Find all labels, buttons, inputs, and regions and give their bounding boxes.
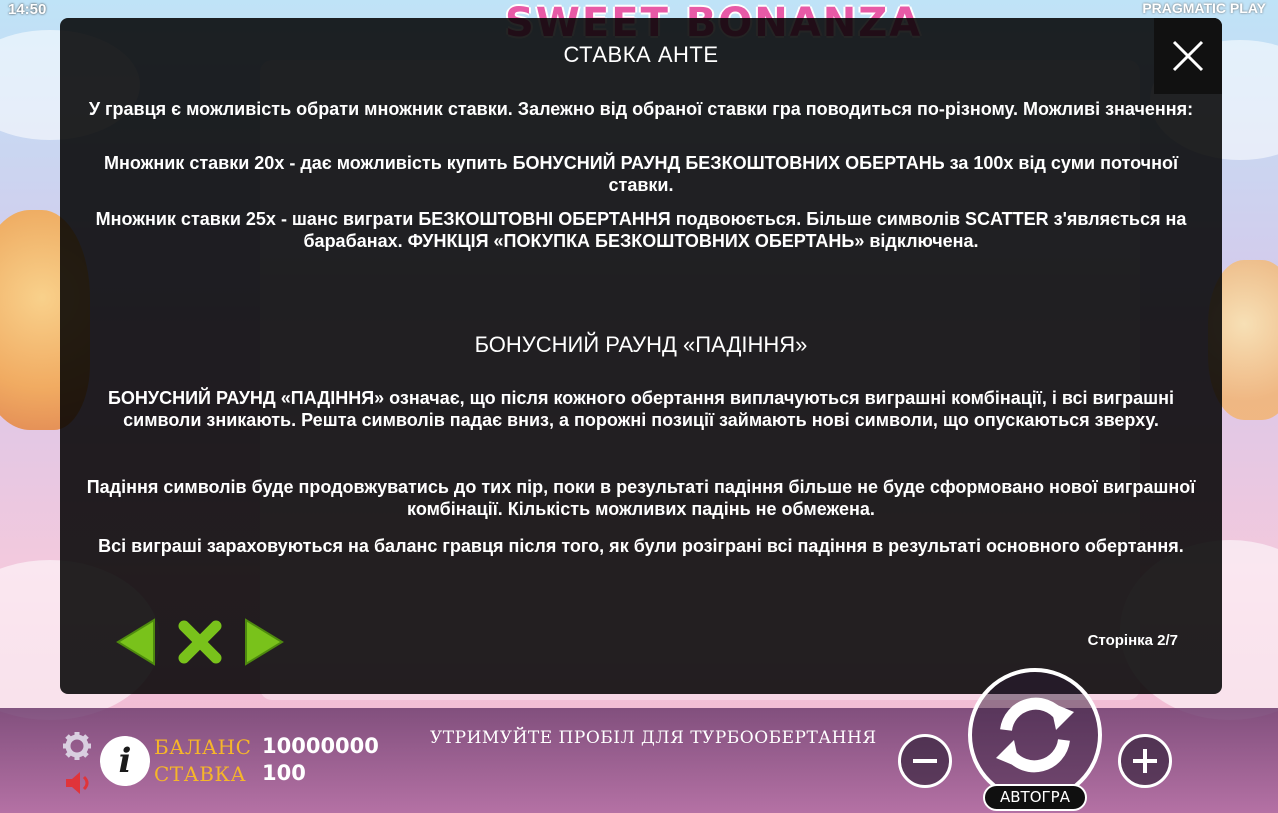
balance-label: БАЛАНС: [154, 735, 252, 759]
info-button[interactable]: i: [100, 736, 150, 786]
next-page-button[interactable]: [236, 616, 288, 668]
tumble-description: БОНУСНИЙ РАУНД «ПАДІННЯ» означає, що піс…: [107, 388, 1174, 430]
close-info-x-button[interactable]: [174, 616, 226, 668]
section-title: БОНУСНИЙ РАУНД «ПАДІННЯ»: [474, 332, 808, 357]
option-25x-text: Множник ставки 25x - шанс виграти БЕЗКОШ…: [95, 209, 1187, 251]
autoplay-button[interactable]: АВТОГРА: [983, 784, 1087, 811]
sound-muted-icon[interactable]: [64, 770, 94, 796]
provider-logo: PRAGMATIC PLAY: [1142, 0, 1266, 16]
turbo-spin-hint: УТРИМУЙТЕ ПРОБІЛ ДЛЯ ТУРБООБЕРТАННЯ: [430, 728, 877, 748]
spin-arrows-icon: [996, 697, 1074, 773]
plus-icon: [1133, 749, 1157, 773]
settings-gear-icon[interactable]: [62, 731, 92, 761]
panel-title: СТАВКА АНТЕ: [563, 42, 719, 67]
bet-label: СТАВКА: [154, 762, 247, 786]
info-panel: СТАВКА АНТЕ У гравця є можливість обрати…: [60, 18, 1222, 694]
page-indicator: Сторінка 2/7: [1087, 632, 1178, 649]
prev-page-button[interactable]: [112, 616, 164, 668]
minus-icon: [913, 759, 937, 763]
balance-value: 10000000: [262, 734, 379, 758]
option-20x-text: Множник ставки 20x - дає можливість купи…: [103, 153, 1179, 195]
increase-bet-button[interactable]: [1118, 734, 1172, 788]
decrease-bet-button[interactable]: [898, 734, 952, 788]
spin-button[interactable]: [968, 668, 1102, 802]
intro-text: У гравця є можливість обрати множник ста…: [88, 99, 1194, 119]
bet-value: 100: [262, 761, 306, 785]
tumble-continue-text: Падіння символів буде продовжуватись до …: [86, 477, 1196, 519]
clock: 14:50: [8, 1, 47, 18]
page-navigation: [112, 616, 288, 668]
tumble-payout-text: Всі виграші зараховуються на баланс грав…: [98, 536, 1184, 556]
